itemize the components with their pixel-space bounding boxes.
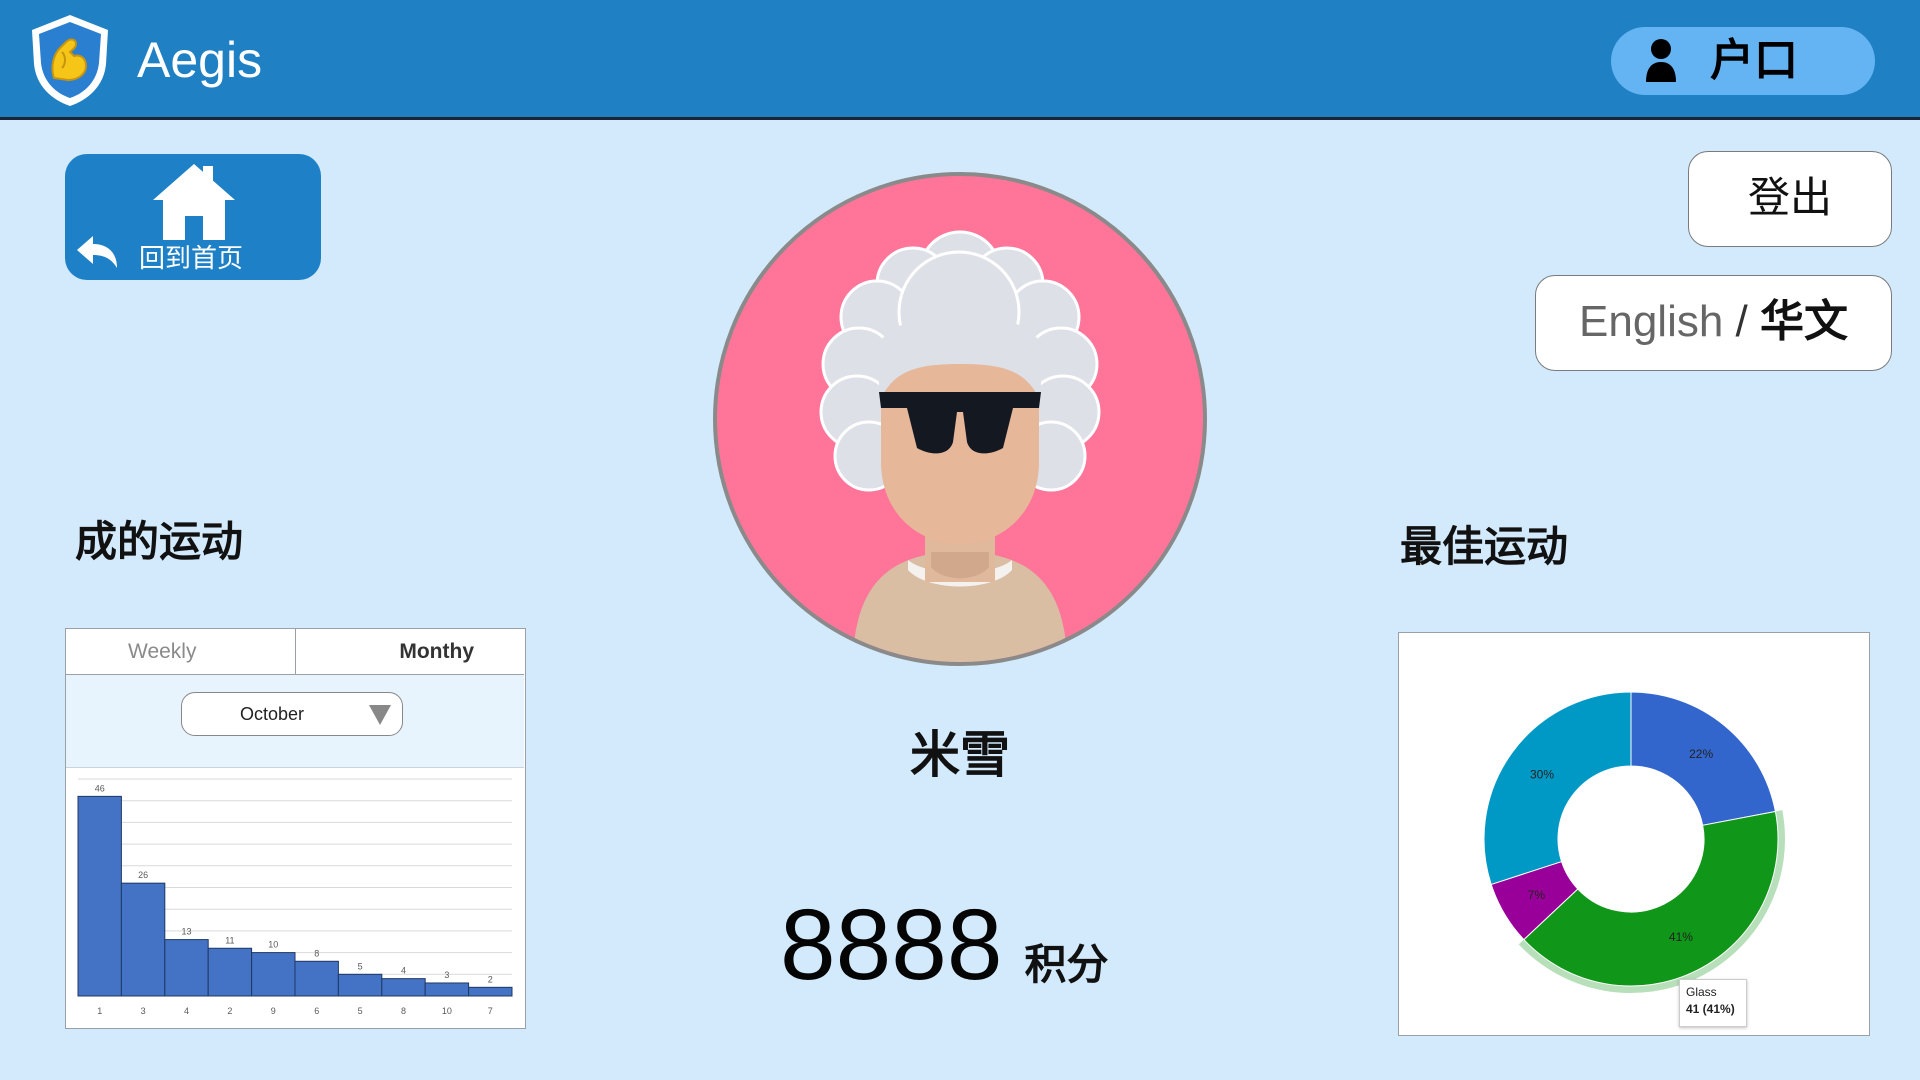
language-toggle[interactable]: English / 华文 xyxy=(1535,275,1892,371)
bar-value-label: 4 xyxy=(401,966,406,976)
bar xyxy=(468,986,513,997)
donut-slice xyxy=(1483,691,1632,886)
x-tick-label: 4 xyxy=(184,1006,189,1016)
best-exercise-card: 22% 41% 7% 30% Glass 41 (41%) xyxy=(1398,632,1870,1036)
points-display: 8888 积分 xyxy=(780,890,1108,1000)
bar xyxy=(337,973,383,997)
x-tick-label: 2 xyxy=(227,1006,232,1016)
slice-percent-label: 7% xyxy=(1528,888,1546,902)
month-dropdown[interactable]: October xyxy=(181,692,403,736)
muscle-shield-icon[interactable] xyxy=(28,12,112,108)
slice-percent-label: 30% xyxy=(1530,767,1554,781)
completed-exercise-title: 成的运动 xyxy=(75,517,244,566)
back-arrow-icon xyxy=(77,236,117,268)
bar xyxy=(207,947,253,997)
chart-tooltip: Glass 41 (41%) xyxy=(1679,979,1747,1027)
slice-percent-label: 22% xyxy=(1689,747,1713,761)
house-icon xyxy=(153,164,235,240)
x-tick-label: 9 xyxy=(271,1006,276,1016)
month-selected-value: October xyxy=(239,704,305,724)
brand-name: Aegis xyxy=(137,32,263,88)
bar xyxy=(424,982,470,997)
tooltip-label: Glass xyxy=(1686,985,1717,999)
slice-percent-label: 41% xyxy=(1669,930,1693,944)
language-english[interactable]: English xyxy=(1579,297,1723,346)
person-icon xyxy=(1646,39,1676,82)
x-tick-label: 7 xyxy=(488,1006,493,1016)
user-name: 米雪 xyxy=(910,726,1010,784)
points-value: 8888 xyxy=(780,889,1003,1001)
account-button[interactable]: 户口 xyxy=(1611,27,1875,95)
bar-value-label: 13 xyxy=(181,927,191,937)
avatar xyxy=(713,172,1207,666)
exercise-history-card: Weekly Monthy October 46 1 26 3 13 4 11 2 10 9 8 6 5… xyxy=(65,628,526,1029)
bar-value-label: 2 xyxy=(488,974,493,984)
bar-value-label: 3 xyxy=(444,970,449,980)
tab-monthly[interactable]: Monthy xyxy=(296,629,524,674)
tooltip-value: 41 (41%) xyxy=(1686,1002,1735,1016)
month-select-area: October xyxy=(66,675,524,768)
exercise-bar-chart: 46 1 26 3 13 4 11 2 10 9 8 6 5 5 4 8 3 10 2 7 xyxy=(77,778,513,1016)
bar-value-label: 10 xyxy=(268,940,278,950)
best-exercise-title: 最佳运动 xyxy=(1400,522,1569,571)
x-tick-label: 3 xyxy=(141,1006,146,1016)
bar xyxy=(120,882,166,997)
bar-value-label: 5 xyxy=(358,961,363,971)
bar-value-label: 11 xyxy=(225,935,234,945)
bar xyxy=(164,939,209,997)
x-tick-label: 6 xyxy=(314,1006,319,1016)
tab-weekly[interactable]: Weekly xyxy=(66,629,296,674)
home-button[interactable]: 回到首页 xyxy=(65,154,321,280)
language-separator: / xyxy=(1723,297,1760,346)
bar-value-label: 26 xyxy=(138,870,148,880)
period-tabs: Weekly Monthy xyxy=(66,629,524,675)
x-tick-label: 5 xyxy=(358,1006,363,1016)
bar xyxy=(294,960,339,997)
x-tick-label: 1 xyxy=(97,1006,102,1016)
chevron-down-icon xyxy=(369,705,391,725)
exercise-donut-chart: 22% 41% 7% 30% xyxy=(1483,691,1785,993)
account-label: 户口 xyxy=(1710,35,1798,86)
bar xyxy=(381,978,426,997)
x-tick-label: 10 xyxy=(442,1006,452,1016)
bar xyxy=(251,952,296,997)
language-chinese[interactable]: 华文 xyxy=(1760,296,1848,347)
x-tick-label: 8 xyxy=(401,1006,406,1016)
bar-value-label: 46 xyxy=(95,783,105,793)
home-label: 回到首页 xyxy=(139,244,244,274)
points-unit: 积分 xyxy=(1024,940,1109,989)
logout-button[interactable]: 登出 xyxy=(1688,151,1892,247)
bar-value-label: 8 xyxy=(314,948,319,958)
bar xyxy=(77,795,122,997)
top-bar: Aegis 户口 xyxy=(0,0,1920,120)
